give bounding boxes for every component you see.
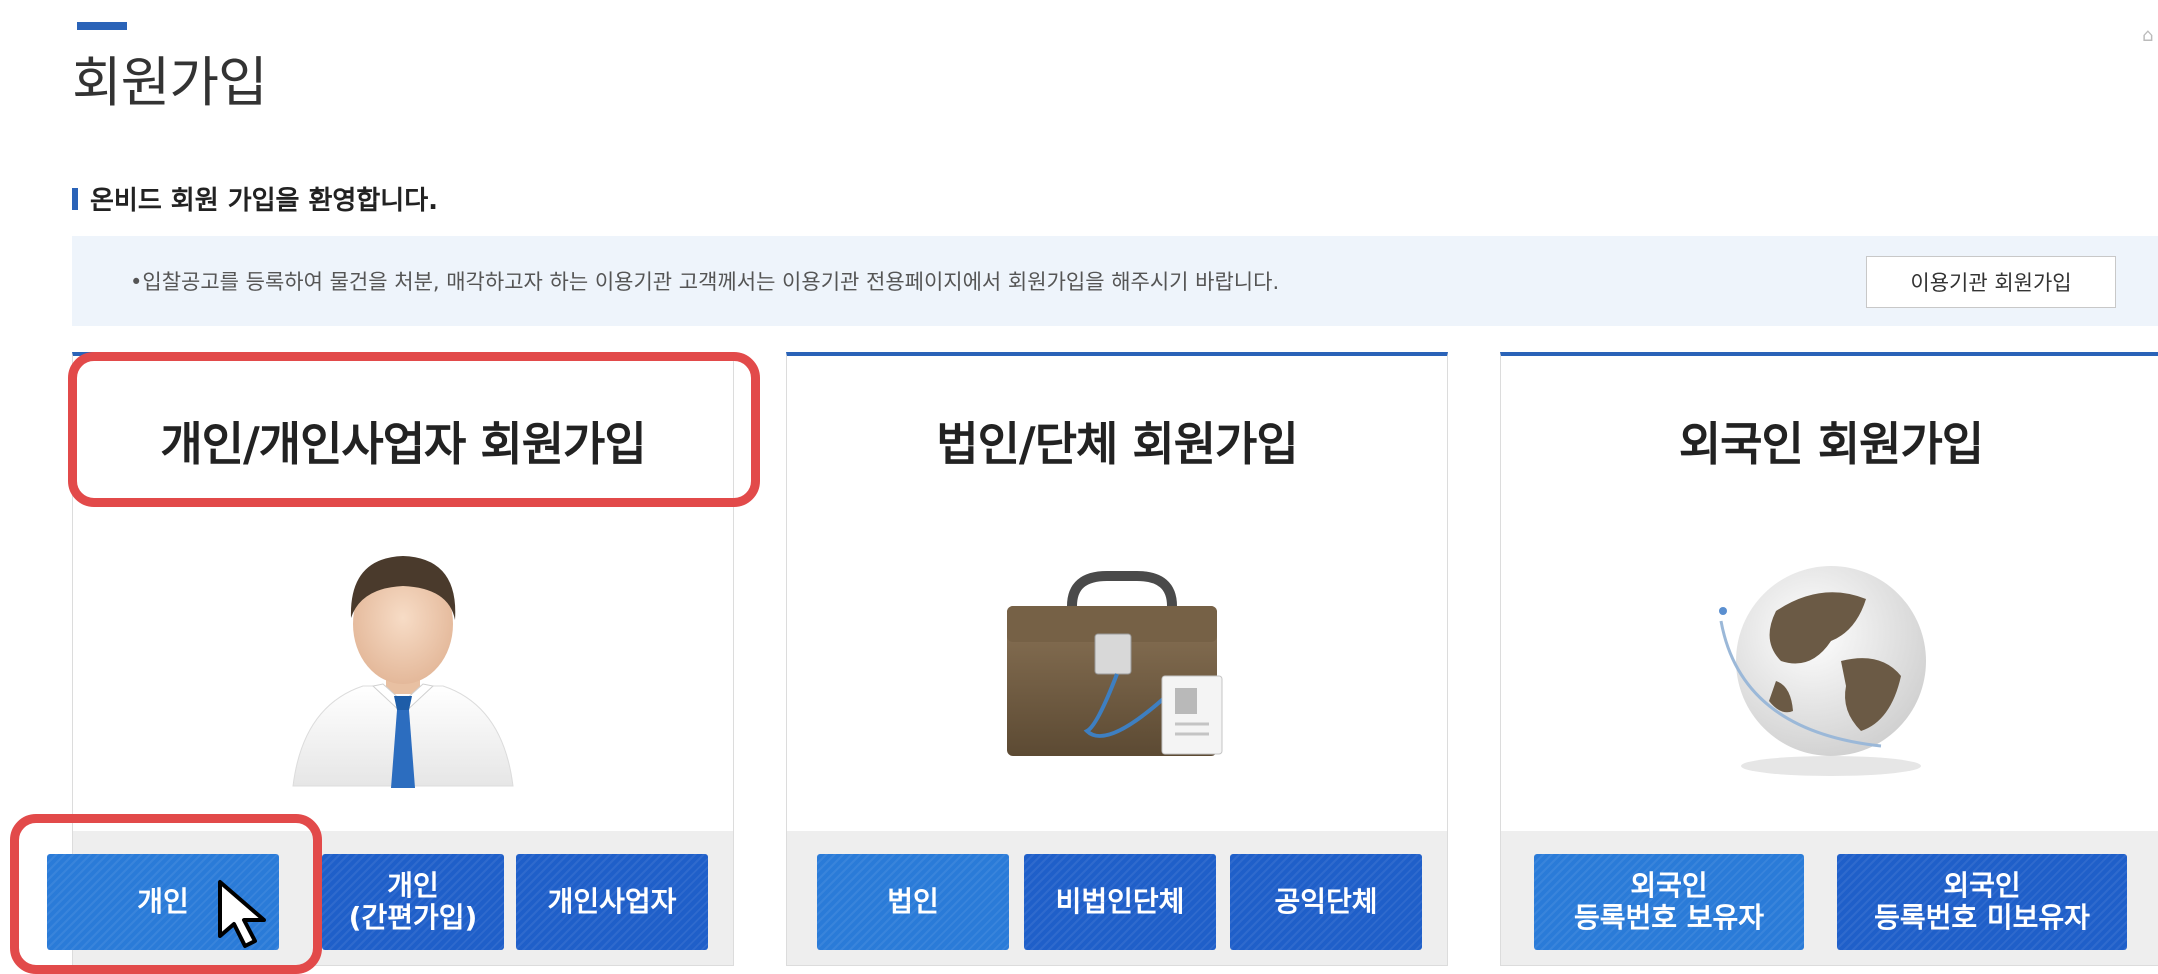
mouse-cursor-icon [218, 880, 266, 948]
card-title: 외국인 회원가입 [1678, 417, 1984, 471]
title-accent-bar [77, 22, 127, 30]
notice-box: •입찰공고를 등록하여 물건을 처분, 매각하고자 하는 이용기관 고객께서는 … [72, 236, 2158, 326]
page-title: 회원가입 [72, 51, 268, 114]
globe-icon [1501, 536, 2158, 806]
businessman-icon [73, 536, 733, 806]
institution-signup-button[interactable]: 이용기관 회원가입 [1866, 256, 2116, 308]
foreigner-unregistered-button[interactable]: 외국인 등록번호 미보유자 [1837, 854, 2127, 950]
notice-text: •입찰공고를 등록하여 물건을 처분, 매각하고자 하는 이용기관 고객께서는 … [130, 270, 1280, 294]
individual-simple-signup-button[interactable]: 개인 (간편가입) [322, 854, 504, 950]
card-foreigner: 외국인 회원가입 외국인 등록번호 보유자 외국인 등록번호 미보유자 [1500, 352, 2158, 966]
home-icon[interactable]: ⌂ [2142, 27, 2158, 45]
heading-bullet [72, 187, 78, 210]
card-corporation: 법인/단체 회원가입 법인 비법인단체 공익단체 [786, 352, 1448, 966]
unincorporated-group-button[interactable]: 비법인단체 [1024, 854, 1216, 950]
section-heading-text: 온비드 회원 가입을 환영합니다. [90, 186, 438, 216]
sole-proprietor-button[interactable]: 개인사업자 [516, 854, 708, 950]
corporation-button[interactable]: 법인 [817, 854, 1009, 950]
public-interest-group-button[interactable]: 공익단체 [1230, 854, 1422, 950]
section-heading: 온비드 회원 가입을 환영합니다. [72, 180, 438, 217]
foreigner-registered-button[interactable]: 외국인 등록번호 보유자 [1534, 854, 1804, 950]
briefcase-icon [787, 536, 1447, 806]
card-title: 개인/개인사업자 회원가입 [160, 417, 646, 471]
card-individual: 개인/개인사업자 회원가입 개인 개인 (간편가입) 개인사업자 [47, 352, 734, 966]
card-title: 법인/단체 회원가입 [936, 417, 1298, 471]
